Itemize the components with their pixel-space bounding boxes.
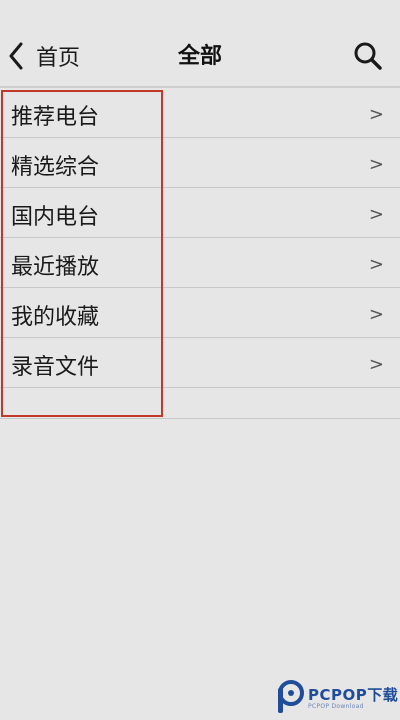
chevron-right-icon: > — [368, 154, 384, 175]
search-icon — [352, 42, 384, 76]
chevron-right-icon: > — [368, 204, 384, 225]
list-item-domestic-radio[interactable]: 国内电台 > — [0, 188, 400, 238]
list-item-label: 最近播放 — [11, 255, 100, 280]
empty-list-row — [0, 388, 400, 419]
list-item-favorites[interactable]: 我的收藏 > — [0, 288, 400, 338]
page-title: 全部 — [177, 44, 222, 69]
list-item-recommended-radio[interactable]: 推荐电台 > — [0, 88, 400, 138]
list-item-label: 推荐电台 — [11, 105, 100, 130]
list-item-label: 我的收藏 — [11, 305, 100, 330]
chevron-right-icon: > — [368, 104, 384, 125]
list-item-label: 国内电台 — [11, 205, 100, 230]
chevron-right-icon: > — [368, 304, 384, 325]
list-item-featured[interactable]: 精选综合 > — [0, 138, 400, 188]
pcpop-logo-icon — [276, 680, 304, 718]
list-item-recently-played[interactable]: 最近播放 > — [0, 238, 400, 288]
header-bar: 首页 全部 — [0, 0, 400, 88]
watermark-subtitle: PCPOP Download — [308, 703, 364, 710]
search-button[interactable] — [352, 40, 384, 72]
list-item-recordings[interactable]: 录音文件 > — [0, 338, 400, 388]
chevron-right-icon: > — [368, 354, 384, 375]
list-item-label: 精选综合 — [11, 155, 100, 180]
list-item-label: 录音文件 — [11, 355, 100, 380]
watermark: PCPOP下载 PCPOP Download — [276, 680, 399, 718]
watermark-brand: PCPOP下载 — [308, 686, 399, 704]
category-list: 推荐电台 > 精选综合 > 国内电台 > 最近播放 > 我的收藏 > 录音文件 … — [0, 88, 400, 419]
chevron-right-icon: > — [368, 254, 384, 275]
